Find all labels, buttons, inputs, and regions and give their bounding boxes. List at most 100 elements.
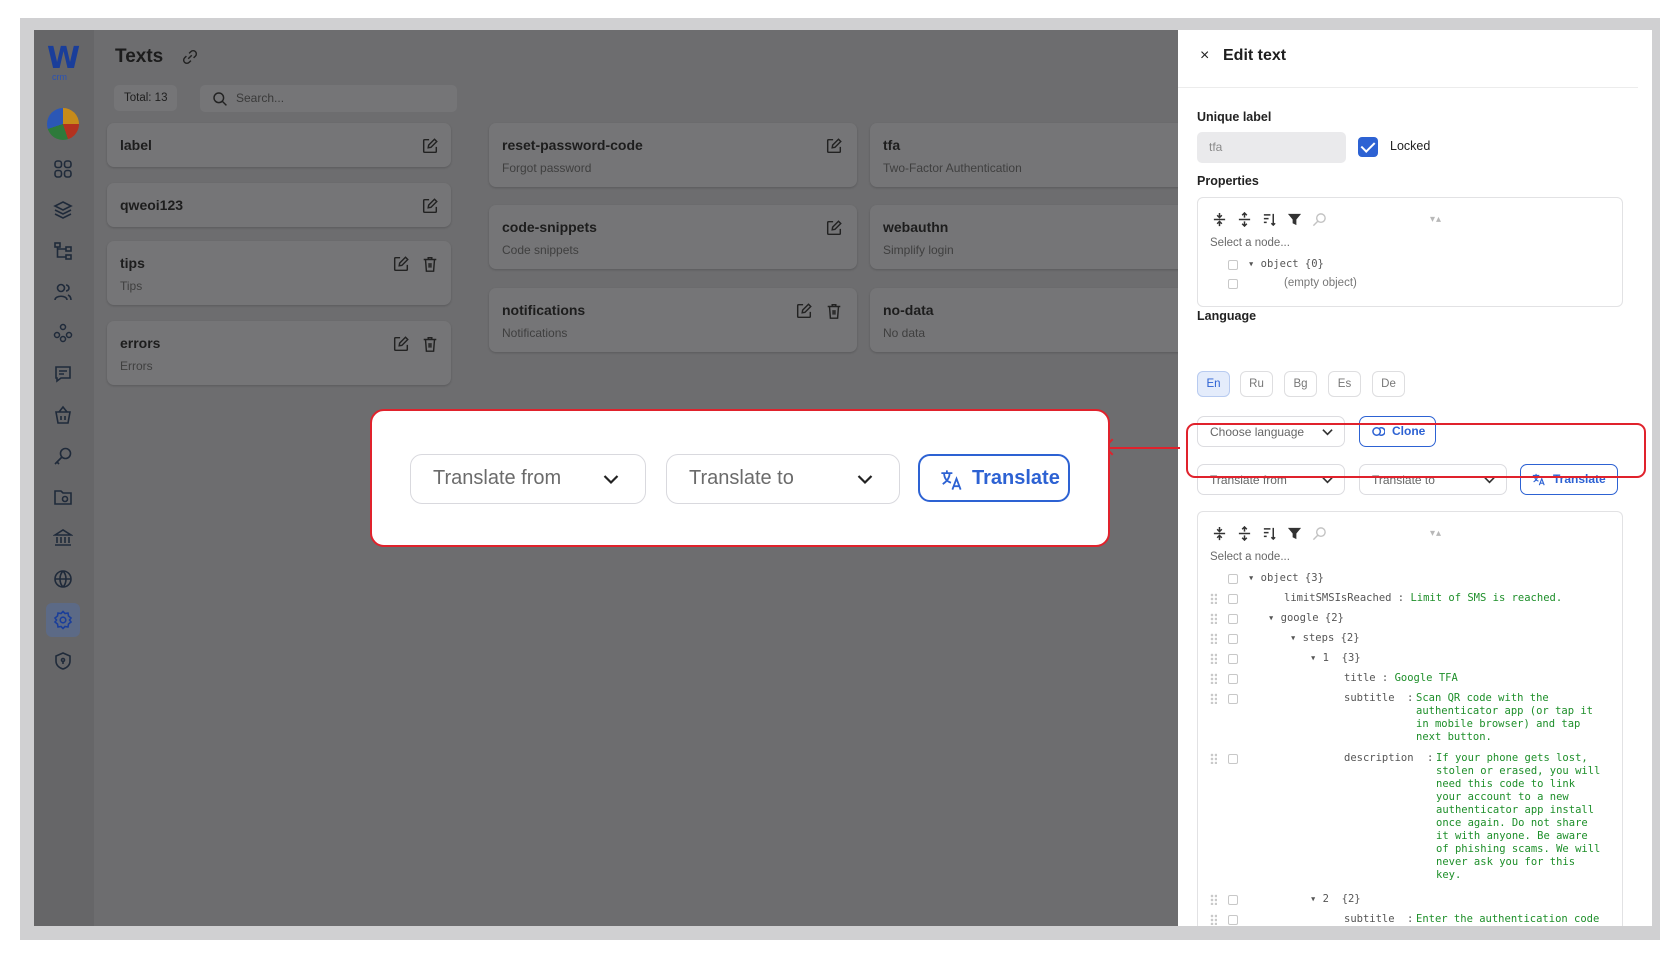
text-card[interactable]: reset-password-code Forgot password xyxy=(489,123,857,187)
node-key: subtitle xyxy=(1344,692,1395,704)
link-icon[interactable] xyxy=(181,48,199,66)
node-key: limitSMSIsReached xyxy=(1284,592,1392,604)
tree-root[interactable]: ▾ object {3} xyxy=(1248,572,1324,585)
search-icon[interactable] xyxy=(1312,526,1327,541)
tree-node[interactable]: ▾ google {2} xyxy=(1268,612,1344,625)
edit-icon[interactable] xyxy=(392,335,410,353)
drag-handle[interactable] xyxy=(1210,653,1217,664)
node-checkbox[interactable] xyxy=(1228,654,1238,664)
dashboard-grid-icon[interactable] xyxy=(46,152,80,186)
node-value[interactable]: Limit of SMS is reached. xyxy=(1410,592,1562,604)
content-json-editor[interactable]: ▾▴ Select a node... ▾ object {3} limitSM… xyxy=(1197,511,1623,926)
drag-handle[interactable] xyxy=(1210,693,1217,704)
edit-icon[interactable] xyxy=(825,137,843,155)
chat-icon[interactable] xyxy=(46,357,80,391)
bank-icon[interactable] xyxy=(46,521,80,555)
search-input[interactable]: Search... xyxy=(200,85,457,112)
sort-arrows-icon[interactable]: ▾▴ xyxy=(1430,214,1442,225)
node-checkbox[interactable] xyxy=(1228,594,1238,604)
drag-handle[interactable] xyxy=(1210,753,1217,764)
folder-icon[interactable] xyxy=(46,480,80,514)
edit-icon[interactable] xyxy=(421,137,439,155)
trash-icon[interactable] xyxy=(421,335,439,353)
edit-icon[interactable] xyxy=(392,255,410,273)
drag-handle[interactable] xyxy=(1210,914,1217,925)
collapse-all-icon[interactable] xyxy=(1237,525,1252,541)
node-checkbox[interactable] xyxy=(1228,754,1238,764)
expand-all-icon[interactable] xyxy=(1212,212,1227,227)
node-checkbox[interactable] xyxy=(1228,634,1238,644)
edit-icon[interactable] xyxy=(795,302,813,320)
node-checkbox[interactable] xyxy=(1228,614,1238,624)
text-card[interactable]: tfa Two-Factor Authentication xyxy=(870,123,1178,187)
tree-node[interactable]: title : Google TFA xyxy=(1344,672,1458,685)
translate-to-select-zoomed[interactable]: Translate to xyxy=(666,454,900,504)
drag-handle[interactable] xyxy=(1210,894,1217,905)
trash-icon[interactable] xyxy=(825,302,843,320)
text-card[interactable]: webauthn Simplify login xyxy=(870,205,1178,269)
text-card[interactable]: code-snippets Code snippets xyxy=(489,205,857,269)
sort-icon[interactable] xyxy=(1262,212,1277,227)
node-checkbox[interactable] xyxy=(1228,574,1238,584)
filter-icon[interactable] xyxy=(1287,212,1302,227)
settings-icon[interactable] xyxy=(46,603,80,637)
unique-label-input[interactable]: tfa xyxy=(1197,132,1346,163)
globe-icon[interactable] xyxy=(46,562,80,596)
text-card[interactable]: qweoi123 xyxy=(107,183,451,227)
tree-node[interactable]: ▾ steps {2} xyxy=(1290,632,1360,645)
text-card[interactable]: notifications Notifications xyxy=(489,288,857,352)
translate-button-zoomed[interactable]: Translate xyxy=(918,454,1070,502)
node-checkbox[interactable] xyxy=(1228,674,1238,684)
node-value[interactable]: Enter the authentication code below xyxy=(1416,913,1599,926)
users-icon[interactable] xyxy=(46,275,80,309)
select-node-hint: Select a node... xyxy=(1210,237,1290,249)
tree-node[interactable]: ▾ 2 {2} xyxy=(1310,893,1361,906)
lang-chip-ru[interactable]: Ru xyxy=(1240,371,1273,397)
sort-icon[interactable] xyxy=(1262,526,1277,541)
text-card[interactable]: no-data No data xyxy=(870,288,1178,352)
team-icon[interactable] xyxy=(46,316,80,350)
search-icon[interactable] xyxy=(1312,212,1327,227)
basket-icon[interactable] xyxy=(46,398,80,432)
node-value[interactable]: If your phone gets lost, stolen or erase… xyxy=(1436,752,1600,882)
translate-from-select-zoomed[interactable]: Translate from xyxy=(410,454,646,504)
close-icon[interactable]: × xyxy=(1200,47,1209,65)
text-card[interactable]: label xyxy=(107,123,451,167)
properties-json-editor[interactable]: ▾▴ Select a node... ▾ object {0} (empty … xyxy=(1197,197,1623,307)
app-logo[interactable]: W crm xyxy=(47,44,83,83)
node-checkbox[interactable] xyxy=(1228,260,1238,270)
lang-chip-en[interactable]: En xyxy=(1197,371,1230,397)
profile-avatar[interactable] xyxy=(47,108,79,140)
locked-checkbox[interactable] xyxy=(1358,137,1378,157)
tree-root[interactable]: ▾ object {0} xyxy=(1248,258,1324,271)
key-icon[interactable] xyxy=(46,439,80,473)
tree-node[interactable]: limitSMSIsReached : Limit of SMS is reac… xyxy=(1284,592,1562,605)
value-line: never ask you for this xyxy=(1436,856,1576,868)
text-card[interactable]: errors Errors xyxy=(107,321,451,385)
drag-handle[interactable] xyxy=(1210,593,1217,604)
edit-icon[interactable] xyxy=(421,197,439,215)
filter-icon[interactable] xyxy=(1287,526,1302,541)
expand-all-icon[interactable] xyxy=(1212,526,1227,541)
drag-handle[interactable] xyxy=(1210,633,1217,644)
drag-handle[interactable] xyxy=(1210,673,1217,684)
hierarchy-icon[interactable] xyxy=(46,234,80,268)
node-checkbox[interactable] xyxy=(1228,694,1238,704)
drag-handle[interactable] xyxy=(1210,613,1217,624)
lang-chip-es[interactable]: Es xyxy=(1328,371,1361,397)
node-value[interactable]: Scan QR code with the authenticator app … xyxy=(1416,692,1593,744)
text-card[interactable]: tips Tips xyxy=(107,241,451,305)
node-value[interactable]: Google TFA xyxy=(1395,672,1458,684)
node-checkbox[interactable] xyxy=(1228,895,1238,905)
shield-icon[interactable] xyxy=(46,644,80,678)
tree-node[interactable]: ▾ 1 {3} xyxy=(1310,652,1361,665)
node-checkbox[interactable] xyxy=(1228,279,1238,289)
layers-icon[interactable] xyxy=(46,193,80,227)
sort-arrows-icon[interactable]: ▾▴ xyxy=(1430,528,1442,539)
trash-icon[interactable] xyxy=(421,255,439,273)
edit-icon[interactable] xyxy=(825,219,843,237)
lang-chip-de[interactable]: De xyxy=(1372,371,1405,397)
lang-chip-bg[interactable]: Bg xyxy=(1284,371,1317,397)
collapse-all-icon[interactable] xyxy=(1237,211,1252,227)
node-checkbox[interactable] xyxy=(1228,915,1238,925)
